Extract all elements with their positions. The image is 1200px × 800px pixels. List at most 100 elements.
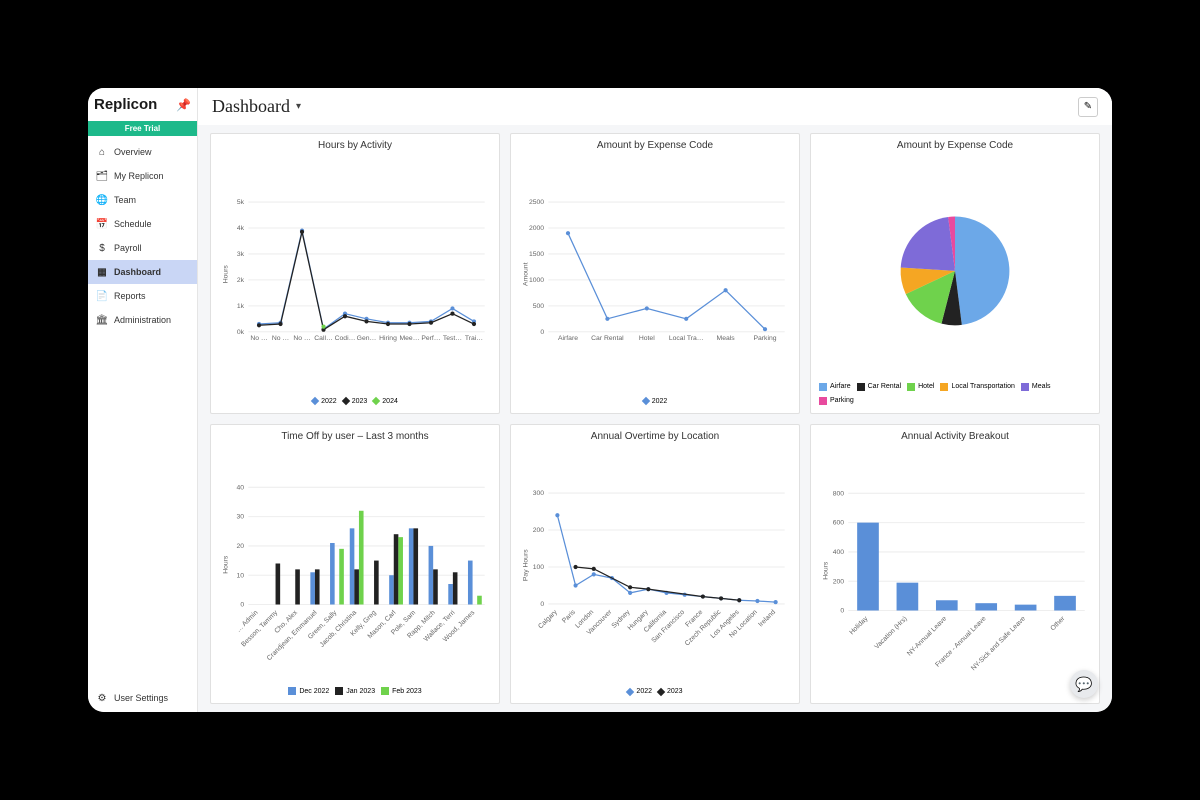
legend-item: Local Transportation [940,383,1014,391]
card-hours-by-activity: Hours by Activity 0k1k2k3k4k5kHoursNo …N… [210,133,500,414]
nav-label: Team [114,195,136,205]
svg-text:200: 200 [833,578,845,585]
sidebar-item-schedule[interactable]: 📅Schedule [88,212,197,236]
svg-text:NY-Annual Leave: NY-Annual Leave [906,615,948,657]
legend-item: Hotel [907,383,934,391]
svg-text:Hours: Hours [222,265,229,284]
nav-label: Administration [114,315,171,325]
svg-text:5k: 5k [237,199,245,206]
page-header: Dashboard ▾ ✎ [198,88,1112,125]
card-overtime: Annual Overtime by Location 0100200300Pa… [510,424,800,705]
legend-item: 2022 [312,398,337,405]
legend-item: 2022 [643,398,668,405]
card-expense-pie: Amount by Expense Code Airfare Car Rental… [810,133,1100,414]
svg-text:2500: 2500 [529,199,544,206]
dashboard-grid: Hours by Activity 0k1k2k3k4k5kHoursNo …N… [198,125,1112,712]
nav-label: Payroll [114,243,142,253]
chart-timeoff: 010203040Hours… AdminBesson, TammyCho, A… [219,446,491,684]
svg-text:Amount: Amount [522,262,529,286]
svg-text:400: 400 [833,549,845,556]
svg-text:Local Tra…: Local Tra… [669,335,704,342]
edit-dashboard-button[interactable]: ✎ [1078,97,1098,117]
money-icon: $ [96,242,108,254]
chart-activity-breakout: 0200400600800HoursHolidayVacation (Hrs)N… [819,446,1091,696]
svg-text:Codi…: Codi… [335,335,356,342]
gear-icon: ⚙ [96,692,108,704]
svg-text:Meals: Meals [717,335,736,342]
calendar-icon: 📅 [96,218,108,230]
svg-text:2000: 2000 [529,225,544,232]
sidebar-item-team[interactable]: 🌐 Team [88,188,197,212]
card-activity-breakout: Annual Activity Breakout 0200400600800Ho… [810,424,1100,705]
legend-expense-line: 2022 [519,398,791,405]
free-trial-banner[interactable]: Free Trial [88,121,197,136]
sidebar-item-dashboard[interactable]: ▦Dashboard [88,260,197,284]
svg-text:Car Rental: Car Rental [591,335,624,342]
svg-text:300: 300 [533,490,545,497]
chart-hours-by-activity: 0k1k2k3k4k5kHoursNo …No …No …Call…Codi…G… [219,155,491,394]
svg-text:Call…: Call… [314,335,333,342]
sidebar-item-overview[interactable]: ⌂ Overview [88,140,197,164]
user-settings-link[interactable]: ⚙ User Settings [88,684,197,712]
nav-list: ⌂ Overview 🗂 My Replicon 🌐 Team 📅Schedule $ Payr… [88,136,197,332]
svg-text:20: 20 [237,543,245,550]
svg-text:0: 0 [840,607,844,614]
card-expense-line: Amount by Expense Code 05001000150020002… [510,133,800,414]
legend-item: Jan 2023 [335,687,375,695]
chart-overtime: 0100200300Pay HoursCalgaryParisLondonVan… [519,446,791,685]
page-title: Dashboard [212,96,290,117]
svg-text:40: 40 [237,484,245,491]
svg-text:San Francisco: San Francisco [650,608,686,644]
home-icon: ⌂ [96,146,108,158]
svg-text:Holiday: Holiday [848,614,869,635]
svg-text:Calgary: Calgary [537,608,559,630]
tablet-frame: Replicon 📌 Free Trial ⌂Overview🗂My Repli… [72,72,1128,728]
legend-item: 2023 [658,688,683,695]
sidebar-item-reports[interactable]: 📄Reports [88,284,197,308]
card-title: Time Off by user – Last 3 months [219,431,491,442]
nav-label: My Replicon [114,171,164,181]
pin-icon[interactable]: 📌 [176,98,191,112]
sidebar-item-my-replicon[interactable]: 🗂 My Replicon [88,164,197,188]
svg-text:100: 100 [533,564,545,571]
svg-text:No …: No … [250,335,267,342]
user-icon: 🗂 [96,170,108,182]
svg-text:Mee…: Mee… [399,335,419,342]
svg-text:1500: 1500 [529,251,544,258]
svg-text:No …: No … [293,335,310,342]
legend-item: 2022 [627,688,652,695]
legend-item: Feb 2023 [381,687,422,695]
svg-text:Paris: Paris [561,608,577,624]
nav-label: Reports [114,291,146,301]
admin-icon: 🏛 [96,314,108,326]
chat-icon[interactable]: 💬 [1070,670,1098,698]
svg-text:Perf…: Perf… [421,335,440,342]
card-timeoff: Time Off by user – Last 3 months 0102030… [210,424,500,705]
svg-text:200: 200 [533,527,545,534]
svg-text:Hours: Hours [822,561,829,580]
legend-expense-pie: Airfare Car Rental Hotel Local Transportati… [819,383,1091,405]
svg-text:Hours: Hours [222,555,229,574]
sidebar-item-administration[interactable]: 🏛 Administration [88,308,197,332]
nav-label: Dashboard [114,267,161,277]
chevron-down-icon[interactable]: ▾ [296,101,301,112]
legend-item: 2023 [343,398,368,405]
chart-expense-pie [819,155,1091,379]
svg-text:Pay Hours: Pay Hours [522,548,529,580]
svg-text:1000: 1000 [529,277,544,284]
card-title: Amount by Expense Code [819,140,1091,151]
team-icon: 🌐 [96,194,108,206]
svg-text:0: 0 [540,601,544,608]
legend-item: Airfare [819,383,851,391]
svg-text:Airfare: Airfare [558,335,578,342]
sidebar-item-payroll[interactable]: $ Payroll [88,236,197,260]
svg-text:4k: 4k [237,225,245,232]
svg-text:Gen…: Gen… [357,335,377,342]
legend-item: Car Rental [857,383,901,391]
card-title: Amount by Expense Code [519,140,791,151]
svg-text:0k: 0k [237,329,245,336]
nav-label: Overview [114,147,152,157]
svg-text:Parking: Parking [753,335,776,342]
legend-hours: 2022 2023 2024 [219,398,491,405]
legend-timeoff: Dec 2022 Jan 2023 Feb 2023 [219,687,491,695]
